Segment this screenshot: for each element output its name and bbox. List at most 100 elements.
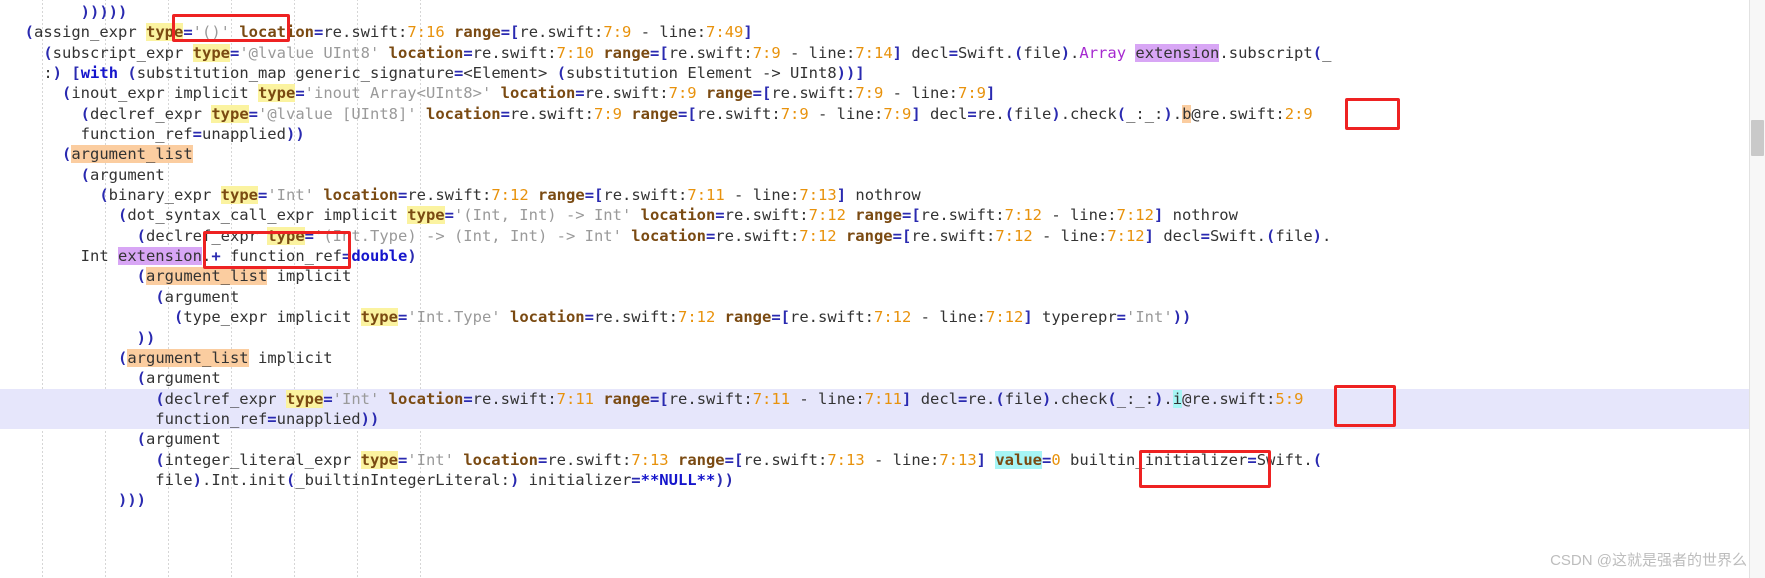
code-token: function_ref bbox=[6, 409, 268, 428]
code-token: re.swift: bbox=[472, 389, 557, 408]
code-token: dot_syntax_call_expr implicit bbox=[127, 206, 408, 225]
code-line[interactable]: function_ref=unapplied)) bbox=[0, 124, 1765, 144]
code-line[interactable]: ))))) bbox=[0, 2, 1765, 22]
code-token: 7:9 bbox=[593, 104, 622, 123]
code-content[interactable]: ))))) (assign_expr type='()' location=re… bbox=[0, 0, 1765, 511]
code-line[interactable]: (subscript_expr type='@lvalue UInt8' loc… bbox=[0, 43, 1765, 63]
code-token: ( bbox=[136, 430, 146, 449]
code-token: = bbox=[584, 308, 594, 327]
code-token: )) bbox=[136, 328, 156, 347]
code-token: = bbox=[1042, 450, 1052, 469]
code-token: ( bbox=[43, 43, 53, 62]
code-token: ] bbox=[892, 43, 903, 62]
code-token: 7:9 bbox=[855, 84, 884, 103]
highlighted-token: argument_list bbox=[146, 267, 268, 286]
code-token: . bbox=[1322, 226, 1332, 245]
code-line[interactable]: (argument_list bbox=[0, 144, 1765, 164]
code-token: '@lvalue [UInt8]' bbox=[258, 104, 417, 123]
code-token: )) bbox=[360, 409, 380, 428]
code-token: 7:9 bbox=[958, 84, 986, 103]
code-token: [ bbox=[901, 226, 912, 245]
code-token: ( bbox=[995, 389, 1005, 408]
code-token: file bbox=[1004, 389, 1043, 408]
code-token: ) bbox=[407, 247, 417, 266]
code-token: . bbox=[1070, 43, 1080, 62]
vertical-scrollbar[interactable] bbox=[1749, 0, 1765, 578]
code-token: 'Int' bbox=[1126, 308, 1173, 327]
code-token: - line: bbox=[780, 43, 856, 62]
vertical-scrollbar-thumb[interactable] bbox=[1751, 120, 1764, 156]
code-token: - line: bbox=[790, 389, 865, 408]
code-token: ] bbox=[911, 104, 921, 123]
code-line[interactable]: (argument bbox=[0, 165, 1765, 185]
code-token: nothrow bbox=[1163, 206, 1238, 225]
code-line[interactable]: (inout_expr implicit type='inout Array<U… bbox=[0, 83, 1765, 103]
code-line[interactable]: (declref_expr type='Int' location=re.swi… bbox=[0, 388, 1765, 409]
highlighted-token: type bbox=[267, 226, 305, 245]
code-token: range bbox=[855, 206, 902, 225]
code-token: argument bbox=[146, 430, 221, 449]
code-token: ] bbox=[1144, 226, 1154, 245]
code-token: [ bbox=[734, 450, 744, 469]
highlighted-token: argument_list bbox=[127, 348, 249, 367]
code-token: ( bbox=[1312, 450, 1323, 469]
code-line[interactable]: (declref_expr type='(Int.Type) -> (Int, … bbox=[0, 226, 1765, 246]
code-token: = bbox=[229, 43, 240, 62]
code-token: = bbox=[444, 206, 454, 225]
code-line[interactable]: (integer_literal_expr type='Int' locatio… bbox=[0, 450, 1765, 470]
code-token: function_ref bbox=[6, 125, 193, 144]
code-token: re.swift: bbox=[668, 389, 753, 408]
code-token: argument bbox=[90, 165, 165, 184]
highlighted-token: type bbox=[192, 43, 230, 62]
code-token: .Int.init bbox=[201, 470, 286, 489]
code-token: location bbox=[388, 43, 464, 62]
code-token: _builtinIntegerLiteral: bbox=[295, 470, 510, 489]
code-token: decl bbox=[920, 104, 968, 123]
code-line[interactable]: (argument_list implicit bbox=[0, 266, 1765, 286]
highlighted-token: type bbox=[220, 186, 258, 205]
code-token: 'Int' bbox=[332, 389, 380, 408]
code-line[interactable]: (argument bbox=[0, 429, 1765, 449]
code-token: = bbox=[295, 84, 305, 103]
code-line[interactable]: :) [with (substitution_map generic_signa… bbox=[0, 63, 1765, 83]
code-line[interactable]: (dot_syntax_call_expr implicit type='(In… bbox=[0, 205, 1765, 225]
code-token: with bbox=[80, 64, 119, 83]
code-token: unapplied bbox=[201, 125, 286, 144]
ast-dump-editor[interactable]: ))))) (assign_expr type='()' location=re… bbox=[0, 0, 1765, 578]
code-line[interactable]: (assign_expr type='()' location=re.swift… bbox=[0, 22, 1765, 42]
code-token: ( bbox=[1266, 226, 1276, 245]
code-line[interactable]: (argument bbox=[0, 287, 1765, 307]
code-token: = bbox=[958, 389, 968, 408]
code-line[interactable]: file).Int.init(_builtinIntegerLiteral:) … bbox=[0, 470, 1765, 490]
code-token: '()' bbox=[192, 23, 230, 42]
code-line[interactable]: ))) bbox=[0, 490, 1765, 510]
code-token: range bbox=[705, 84, 753, 103]
code-line[interactable]: (argument_list implicit bbox=[0, 348, 1765, 368]
code-line[interactable]: (argument bbox=[0, 368, 1765, 388]
code-line[interactable]: (binary_expr type='Int' location=re.swif… bbox=[0, 185, 1765, 205]
code-token: binary_expr bbox=[108, 186, 221, 205]
code-line[interactable]: (declref_expr type='@lvalue [UInt8]' loc… bbox=[0, 104, 1765, 124]
code-token: = bbox=[1200, 226, 1210, 245]
code-token: location bbox=[388, 389, 464, 408]
code-token: = bbox=[892, 226, 902, 245]
code-token: 7:13 bbox=[939, 450, 977, 469]
code-token: ( bbox=[80, 104, 90, 123]
code-token: ( bbox=[285, 470, 296, 489]
code-token: <Element> bbox=[463, 64, 548, 83]
code-line[interactable]: (type_expr implicit type='Int.Type' loca… bbox=[0, 307, 1765, 327]
code-line[interactable]: function_ref=unapplied)) bbox=[0, 408, 1765, 430]
code-token: ))))) bbox=[80, 3, 128, 21]
code-line[interactable]: Int extension.+ function_ref=double) bbox=[0, 246, 1765, 266]
code-token: = bbox=[631, 470, 641, 489]
code-line[interactable]: )) bbox=[0, 328, 1765, 348]
code-token: . bbox=[201, 247, 212, 266]
